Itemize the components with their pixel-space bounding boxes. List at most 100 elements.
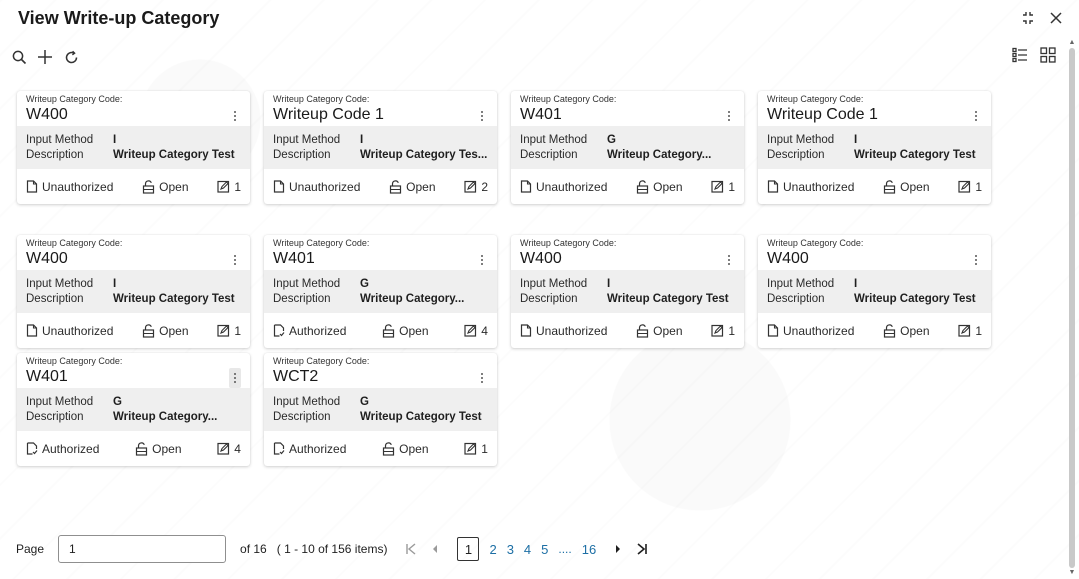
description-label: Description [273, 293, 331, 305]
input-method-label: Input Method [767, 278, 835, 290]
card-body: Input Method I Description Writeup Category… [511, 270, 744, 313]
document-icon [520, 324, 532, 337]
document-icon [767, 324, 779, 337]
card-header: Writeup Category Code: W400 [758, 235, 991, 270]
record-status: Open [389, 180, 436, 194]
description-label: Description [767, 149, 825, 161]
edit-icon [958, 180, 971, 193]
more-options-icon[interactable] [229, 368, 241, 388]
description-value: Writeup Category... [360, 293, 465, 305]
writeup-category-card[interactable]: Writeup Category Code: W400 Input Method I D… [511, 235, 744, 348]
auth-status: Authorized [273, 324, 346, 338]
category-code: Writeup Code 1 [767, 106, 878, 123]
input-method-row: Input Method I [273, 133, 488, 148]
scroll-down-icon[interactable]: ▼ [1068, 569, 1076, 576]
card-header: Writeup Category Code: WCT2 [264, 353, 497, 388]
minimize-icon[interactable] [1019, 9, 1037, 27]
description-value: Writeup Category Test [854, 149, 976, 161]
auth-status: Unauthorized [273, 180, 360, 194]
description-label: Description [273, 149, 331, 161]
more-options-icon[interactable] [723, 106, 735, 126]
version-number: 1 [728, 179, 735, 194]
input-method-row: Input Method I [26, 277, 241, 292]
description-row: Description Writeup Category... [273, 292, 488, 307]
add-icon[interactable] [36, 47, 54, 67]
more-options-icon[interactable] [723, 250, 735, 270]
record-status-text: Open [152, 441, 182, 456]
document-icon [26, 442, 38, 455]
page-current[interactable]: 1 [457, 537, 480, 561]
search-icon[interactable] [10, 47, 28, 67]
toolbar [10, 44, 80, 70]
writeup-category-card[interactable]: Writeup Category Code: W400 Input Method I D… [17, 91, 250, 204]
close-icon[interactable] [1047, 9, 1065, 27]
more-options-icon[interactable] [229, 106, 241, 126]
card-header: Writeup Category Code: W401 [264, 235, 497, 270]
input-method-row: Input Method I [520, 277, 735, 292]
record-status: Open [142, 324, 189, 338]
last-page-icon[interactable] [634, 543, 650, 555]
scroll-up-icon[interactable]: ▲ [1068, 39, 1076, 46]
refresh-icon[interactable] [62, 47, 80, 67]
more-options-icon[interactable] [476, 250, 488, 270]
more-options-icon[interactable] [476, 106, 488, 126]
unlock-icon [382, 441, 395, 456]
card-body: Input Method G Description Writeup Category… [17, 388, 250, 431]
unlock-icon [883, 323, 896, 338]
more-options-icon[interactable] [476, 368, 488, 388]
vertical-scrollbar[interactable]: ▲ ▼ [1068, 39, 1076, 576]
input-method-label: Input Method [273, 134, 341, 146]
description-value: Writeup Category Tes... [360, 149, 488, 161]
next-page-icon[interactable] [610, 544, 626, 554]
description-row: Description Writeup Category Test [767, 292, 982, 307]
writeup-category-card[interactable]: Writeup Category Code: W401 Input Method G D… [264, 235, 497, 348]
writeup-category-card[interactable]: Writeup Category Code: Writeup Code 1 Inpu… [264, 91, 497, 204]
input-method-row: Input Method I [26, 133, 241, 148]
more-options-icon[interactable] [970, 250, 982, 270]
first-page-icon[interactable] [403, 543, 419, 555]
page-link[interactable]: 3 [507, 542, 514, 557]
edit-icon [464, 442, 477, 455]
document-icon [26, 180, 38, 193]
scrollbar-thumb[interactable] [1069, 48, 1075, 568]
grid-view-icon[interactable] [1039, 46, 1057, 64]
writeup-category-card[interactable]: Writeup Category Code: WCT2 Input Method G D… [264, 353, 497, 466]
page-link[interactable]: 5 [541, 542, 548, 557]
record-status: Open [135, 441, 182, 456]
input-method-row: Input Method I [767, 133, 982, 148]
input-method-value: I [113, 278, 117, 290]
category-code: W401 [26, 368, 68, 385]
pagination: Page of 16 ( 1 - 10 of 156 items) 1 2 3 … [16, 534, 650, 564]
prev-page-icon[interactable] [427, 544, 443, 554]
version-number: 1 [234, 179, 241, 194]
page-link-last[interactable]: 16 [582, 542, 596, 557]
more-options-icon[interactable] [229, 250, 241, 270]
description-value: Writeup Category Test [113, 293, 235, 305]
view-switch [1011, 46, 1057, 64]
writeup-category-card[interactable]: Writeup Category Code: W400 Input Method I D… [17, 235, 250, 348]
writeup-category-card[interactable]: Writeup Category Code: Writeup Code 1 Inpu… [758, 91, 991, 204]
page-input[interactable] [58, 535, 227, 563]
record-status-text: Open [653, 179, 683, 194]
edit-icon [217, 442, 230, 455]
record-status: Open [636, 323, 683, 338]
more-options-icon[interactable] [970, 106, 982, 126]
category-code: W400 [26, 250, 68, 267]
code-label: Writeup Category Code: [26, 356, 123, 366]
unlock-icon [636, 323, 649, 338]
record-status: Open [883, 180, 930, 194]
description-row: Description Writeup Category Test [520, 292, 735, 307]
input-method-label: Input Method [520, 278, 588, 290]
page-link[interactable]: 2 [489, 542, 496, 557]
input-method-value: G [607, 134, 616, 146]
list-view-icon[interactable] [1011, 46, 1029, 64]
page-link[interactable]: 4 [524, 542, 531, 557]
description-value: Writeup Category... [607, 149, 712, 161]
writeup-category-card[interactable]: Writeup Category Code: W401 Input Method G D… [17, 353, 250, 466]
edit-icon [217, 180, 230, 193]
writeup-category-card[interactable]: Writeup Category Code: W400 Input Method I D… [758, 235, 991, 348]
edit-icon [711, 324, 724, 337]
description-label: Description [26, 149, 84, 161]
writeup-category-card[interactable]: Writeup Category Code: W401 Input Method G D… [511, 91, 744, 204]
input-method-value: I [854, 278, 858, 290]
